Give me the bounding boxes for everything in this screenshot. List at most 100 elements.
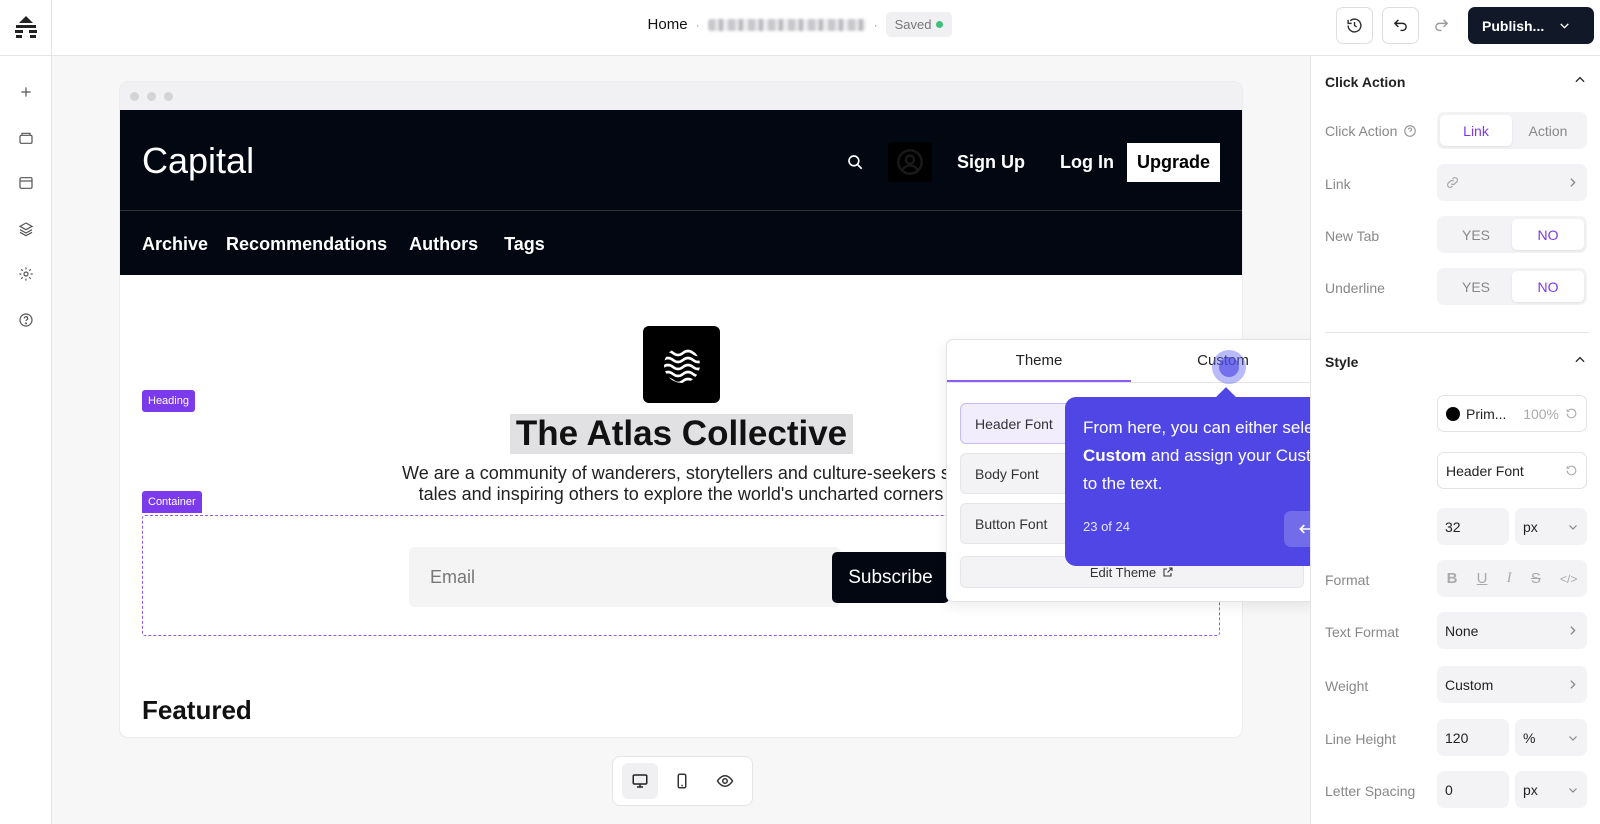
underline-button[interactable]: U (1477, 570, 1488, 587)
site-header[interactable]: Capital Sign Up Log In Upgrade Archive R… (120, 110, 1242, 275)
breadcrumb-separator: · (873, 17, 878, 32)
font-option-button[interactable]: Button Font (960, 503, 1076, 544)
text-format-value: None (1445, 622, 1479, 639)
mobile-view-button[interactable] (664, 763, 700, 799)
line-height-input[interactable]: 120 (1437, 719, 1509, 756)
new-tab-no-option[interactable]: NO (1512, 219, 1584, 250)
text-format-select[interactable]: None (1437, 612, 1587, 649)
nav-item-tags[interactable]: Tags (504, 234, 545, 255)
italic-button[interactable]: I (1507, 570, 1512, 587)
top-bar: Home · · Saved Publish... (0, 0, 1600, 56)
upgrade-button[interactable]: Upgrade (1126, 142, 1220, 182)
publish-button[interactable]: Publish... (1468, 7, 1594, 44)
nav-item-authors[interactable]: Authors (409, 234, 478, 255)
letter-spacing-unit-select[interactable]: px (1515, 771, 1587, 808)
weight-select[interactable]: Custom (1437, 666, 1587, 703)
chevron-right-icon (1570, 680, 1576, 689)
site-nav: Archive Recommendations Authors Tags (142, 234, 545, 255)
chevron-up-icon[interactable] (1573, 73, 1587, 87)
format-toolbar: B U I S </> (1437, 560, 1587, 597)
code-button[interactable]: </> (1560, 572, 1577, 586)
featured-heading[interactable]: Featured (142, 695, 252, 726)
reset-icon[interactable] (1565, 407, 1578, 420)
new-tab-yes-option[interactable]: YES (1440, 219, 1512, 250)
components-icon[interactable] (10, 122, 42, 154)
history-icon (1347, 18, 1362, 33)
section-divider (1325, 332, 1589, 333)
undo-button[interactable] (1382, 7, 1419, 44)
chevron-down-icon (1569, 787, 1577, 793)
strikethrough-button[interactable]: S (1531, 570, 1541, 587)
new-tab-label: New Tab (1325, 228, 1380, 244)
font-size-input[interactable]: 32 (1437, 508, 1509, 545)
underline-yes-option[interactable]: YES (1440, 271, 1512, 302)
color-name: Prim... (1466, 405, 1507, 422)
history-button[interactable] (1336, 7, 1373, 44)
color-field[interactable]: Prim... 100% (1437, 395, 1587, 432)
publication-description[interactable]: We are a community of wanderers, storyte… (370, 463, 992, 505)
desktop-view-button[interactable] (622, 763, 659, 799)
left-toolbar (0, 56, 52, 824)
font-field[interactable]: Header Font (1437, 452, 1587, 489)
style-section-title[interactable]: Style (1325, 354, 1358, 370)
color-opacity: 100% (1523, 405, 1559, 422)
header-divider (120, 210, 1242, 211)
status-text: Saved (894, 17, 932, 32)
font-option-header[interactable]: Header Font (960, 403, 1076, 444)
pages-icon[interactable] (10, 167, 42, 199)
edit-theme-label: Edit Theme (1089, 564, 1157, 580)
tab-theme[interactable]: Theme (947, 340, 1131, 382)
letter-spacing-input[interactable]: 0 (1437, 771, 1509, 808)
log-in-link[interactable]: Log In (1060, 152, 1114, 173)
color-swatch (1446, 406, 1460, 421)
mobile-icon (677, 773, 687, 789)
line-height-unit-select[interactable]: % (1515, 719, 1587, 756)
heading-tag[interactable]: Heading (142, 390, 195, 412)
preview-button[interactable] (707, 763, 743, 799)
weight-label: Weight (1325, 678, 1369, 694)
layers-icon[interactable] (10, 213, 42, 245)
reset-icon[interactable] (1565, 464, 1578, 477)
subscribe-button[interactable]: Subscribe (832, 552, 949, 603)
nav-item-recommendations[interactable]: Recommendations (226, 234, 387, 255)
page-name[interactable]: Home (648, 16, 688, 33)
device-toolbar (612, 756, 753, 806)
bold-button[interactable]: B (1447, 570, 1458, 587)
wave-logo-icon (663, 349, 700, 383)
letter-spacing-label: Letter Spacing (1325, 783, 1416, 799)
help-icon[interactable] (10, 304, 42, 336)
chevron-up-icon[interactable] (1573, 353, 1587, 367)
sign-up-link[interactable]: Sign Up (957, 152, 1025, 173)
font-size-unit: px (1523, 518, 1538, 535)
click-action-action-option[interactable]: Action (1512, 115, 1584, 146)
letter-spacing-unit: px (1523, 781, 1538, 798)
container-tag[interactable]: Container (142, 491, 202, 513)
font-size-unit-select[interactable]: px (1515, 508, 1587, 545)
undo-icon (1393, 19, 1407, 32)
new-tab-toggle: YES NO (1437, 216, 1587, 253)
chevron-right-icon (1570, 626, 1576, 635)
nav-item-archive[interactable]: Archive (142, 234, 208, 255)
font-option-body[interactable]: Body Font (960, 453, 1076, 494)
add-icon[interactable] (10, 76, 42, 108)
avatar[interactable] (888, 142, 932, 182)
breadcrumb-separator: · (695, 17, 700, 32)
email-input[interactable]: Email (409, 547, 841, 607)
redo-button[interactable] (1423, 7, 1460, 44)
settings-icon[interactable] (10, 258, 42, 290)
underline-label: Underline (1325, 280, 1385, 296)
help-icon[interactable] (1403, 124, 1417, 138)
description-line: tales and inspiring others to explore th… (418, 484, 944, 504)
link-label: Link (1325, 176, 1351, 192)
site-logo[interactable]: Capital (142, 140, 254, 182)
text-format-label: Text Format (1325, 624, 1399, 640)
search-icon[interactable] (846, 153, 864, 171)
underline-no-option[interactable]: NO (1512, 271, 1584, 302)
link-field[interactable] (1437, 164, 1587, 201)
publication-title[interactable]: The Atlas Collective (510, 414, 853, 454)
publication-logo[interactable] (643, 326, 720, 403)
click-action-section-title[interactable]: Click Action (1325, 74, 1405, 90)
click-action-link-option[interactable]: Link (1440, 115, 1512, 146)
frame-window-bar (120, 82, 1242, 110)
line-height-label: Line Height (1325, 731, 1396, 747)
